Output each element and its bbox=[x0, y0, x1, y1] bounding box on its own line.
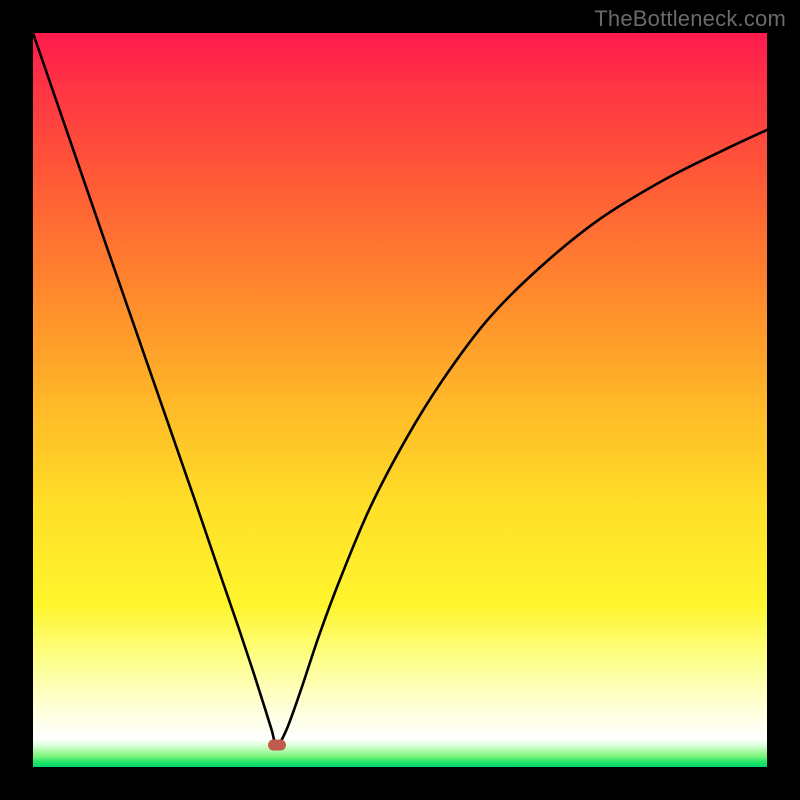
watermark-label: TheBottleneck.com bbox=[594, 6, 786, 32]
chart-frame: TheBottleneck.com bbox=[0, 0, 800, 800]
min-marker bbox=[268, 739, 286, 750]
bottleneck-curve bbox=[33, 33, 767, 767]
plot-area bbox=[33, 33, 767, 767]
